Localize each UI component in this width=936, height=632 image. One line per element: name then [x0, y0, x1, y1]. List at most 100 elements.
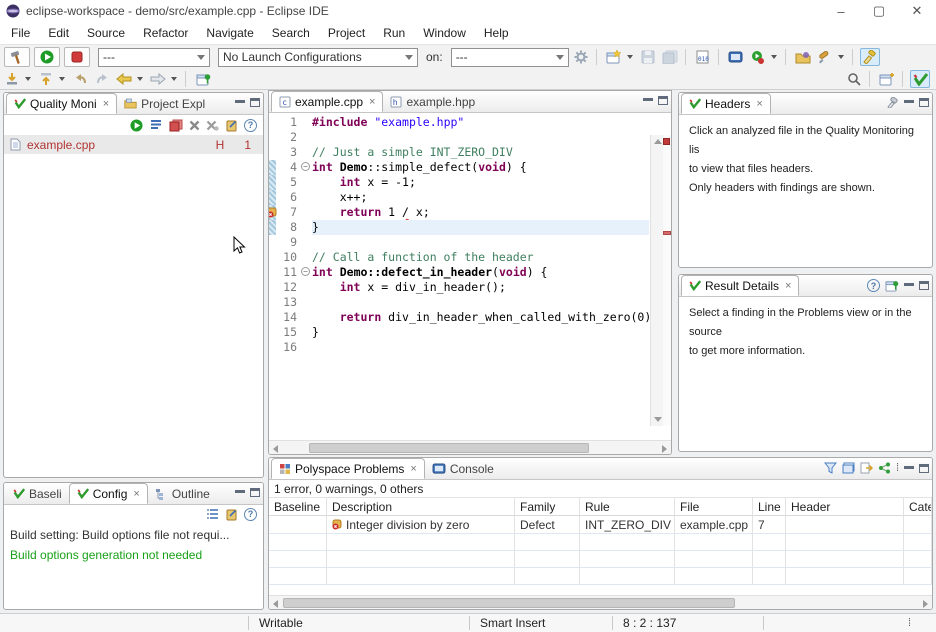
rocket-tool-icon[interactable] [815, 48, 835, 66]
code-line-13[interactable]: 13 [269, 295, 649, 310]
help-icon[interactable]: ? [244, 119, 257, 132]
clear-icon[interactable] [886, 97, 899, 108]
error-marker[interactable] [663, 231, 671, 235]
maximize-panel-icon[interactable] [919, 281, 929, 290]
maximize-panel-icon[interactable] [250, 98, 260, 107]
minimize-editor-icon[interactable] [643, 98, 653, 106]
scroll-down-icon[interactable] [654, 417, 662, 422]
tab-console[interactable]: Console [425, 458, 501, 479]
close-tab-icon[interactable]: × [785, 280, 791, 292]
last-edit-dropdown-caret[interactable] [25, 77, 31, 81]
code-line-14[interactable]: 14 return div_in_header_when_called_with… [269, 310, 649, 325]
code-line-1[interactable]: 1#include "example.hpp" [269, 115, 649, 130]
run-analysis-icon[interactable] [130, 119, 143, 132]
code-line-4[interactable]: 4−int Demo::simple_defect(void) { [269, 160, 649, 175]
scrollbar-thumb[interactable] [283, 598, 735, 608]
tab-outline[interactable]: Outline [148, 483, 217, 504]
new-wizard-icon[interactable] [604, 48, 624, 66]
code-line-10[interactable]: 10// Call a function of the header [269, 250, 649, 265]
tab-quality-monitoring[interactable]: Quality Moni × [6, 93, 117, 114]
close-tab-icon[interactable]: × [103, 98, 109, 110]
open-options-icon[interactable] [225, 508, 238, 521]
group-view-icon[interactable] [842, 462, 855, 474]
forward-history-icon[interactable] [92, 70, 112, 88]
editor-vertical-scrollbar[interactable] [650, 135, 663, 426]
code-editor[interactable]: 1#include "example.hpp"23// Just a simpl… [269, 113, 671, 440]
tab-polyspace-problems[interactable]: Polyspace Problems × [271, 458, 425, 479]
maximize-editor-icon[interactable] [658, 96, 668, 105]
show-log-icon[interactable] [149, 119, 163, 131]
menu-file[interactable]: File [2, 24, 39, 42]
code-line-8[interactable]: 8} [269, 220, 649, 235]
highlight-brush-icon[interactable] [860, 48, 880, 66]
problems-table-header[interactable]: BaselineDescriptionFamilyRuleFileLineHea… [269, 498, 932, 516]
remove-icon[interactable] [189, 120, 200, 131]
console-icon[interactable] [726, 48, 746, 66]
column-header-header[interactable]: Header [786, 498, 904, 516]
column-header-cate[interactable]: Cate [904, 498, 932, 516]
minimize-panel-icon[interactable] [235, 100, 245, 108]
code-line-16[interactable]: 16 [269, 340, 649, 355]
target-combo[interactable]: --- [451, 48, 569, 67]
options-list-icon[interactable] [206, 508, 219, 520]
polyspace-perspective-icon[interactable] [910, 70, 930, 88]
back-icon[interactable] [114, 70, 134, 88]
scroll-left-icon[interactable] [273, 600, 278, 608]
menu-edit[interactable]: Edit [39, 24, 78, 42]
scroll-right-icon[interactable] [662, 445, 667, 453]
column-header-file[interactable]: File [675, 498, 753, 516]
remove-all-icon[interactable] [206, 120, 219, 131]
filter-icon[interactable] [824, 462, 837, 474]
menu-run[interactable]: Run [374, 24, 414, 42]
tab-project-explorer[interactable]: Project Expl [117, 93, 212, 114]
minimize-panel-icon[interactable] [235, 490, 245, 498]
menu-source[interactable]: Source [78, 24, 134, 42]
tree-mode-icon[interactable] [878, 462, 891, 474]
minimize-window-icon[interactable]: – [822, 0, 860, 22]
run-dropdown-caret[interactable] [771, 55, 777, 59]
menu-search[interactable]: Search [263, 24, 319, 42]
minimize-panel-icon[interactable] [904, 283, 914, 291]
column-header-rule[interactable]: Rule [580, 498, 675, 516]
run-last-tool-icon[interactable] [748, 48, 768, 66]
tab-example-hpp[interactable]: h example.hpp [383, 91, 482, 112]
close-window-icon[interactable]: ✕ [898, 0, 936, 22]
next-annotation-icon[interactable] [36, 70, 56, 88]
rocket-dropdown-caret[interactable] [838, 55, 844, 59]
column-header-line[interactable]: Line [753, 498, 786, 516]
back-history-icon[interactable] [70, 70, 90, 88]
problem-row[interactable]: Integer division by zeroDefectINT_ZERO_D… [269, 516, 932, 534]
tab-result-details[interactable]: Result Details × [681, 275, 799, 296]
tab-configuration[interactable]: Config × [69, 483, 148, 504]
export-log-icon[interactable] [860, 462, 873, 474]
polyspace-config-combo[interactable]: --- [98, 48, 210, 67]
code-line-11[interactable]: 11−int Demo::defect_in_header(void) { [269, 265, 649, 280]
minimize-panel-icon[interactable] [904, 100, 914, 108]
menu-navigate[interactable]: Navigate [197, 24, 262, 42]
close-tab-icon[interactable]: × [369, 96, 375, 108]
build-hammer-button[interactable] [4, 47, 30, 67]
analyzed-file-row[interactable]: example.cpp H 1 [4, 135, 263, 154]
menu-help[interactable]: Help [475, 24, 518, 42]
open-perspective-icon[interactable] [877, 70, 897, 88]
copy-results-icon[interactable] [169, 119, 183, 132]
problems-horizontal-scrollbar[interactable] [269, 595, 932, 609]
help-icon[interactable]: ? [867, 279, 880, 292]
last-edit-location-icon[interactable] [2, 70, 22, 88]
gear-icon[interactable] [571, 48, 591, 66]
tab-baseline[interactable]: Baseli [6, 483, 69, 504]
code-line-3[interactable]: 3// Just a simple INT_ZERO_DIV [269, 145, 649, 160]
close-tab-icon[interactable]: × [133, 488, 139, 500]
error-gutter-icon[interactable] [269, 205, 276, 220]
fold-marker-icon[interactable]: − [300, 160, 312, 175]
menu-refactor[interactable]: Refactor [134, 24, 197, 42]
help-icon[interactable]: ? [244, 508, 257, 521]
binary-file-icon[interactable]: 010 [693, 48, 713, 66]
search-icon[interactable] [844, 70, 864, 88]
view-menu-icon[interactable]: ⁞ [896, 463, 899, 473]
code-line-2[interactable]: 2 [269, 130, 649, 145]
new-wizard-dropdown-caret[interactable] [627, 55, 633, 59]
save-icon[interactable] [638, 48, 658, 66]
run-polyspace-button[interactable] [34, 47, 60, 67]
pin-editor-icon[interactable] [193, 70, 213, 88]
